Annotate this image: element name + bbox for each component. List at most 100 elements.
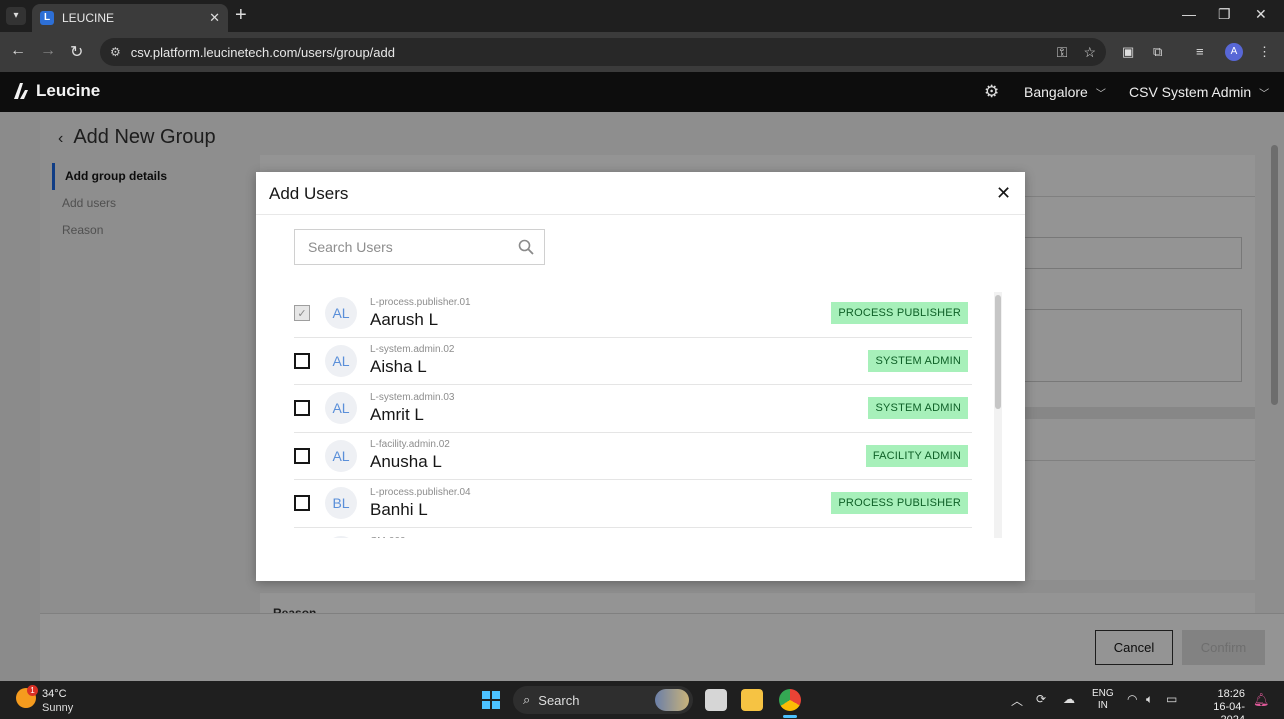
reload-icon[interactable]: ↻: [70, 42, 83, 62]
battery-icon[interactable]: ▭: [1166, 692, 1177, 706]
list-scrollbar-thumb[interactable]: [995, 295, 1001, 409]
site-info-icon[interactable]: ⚙: [110, 45, 121, 59]
facility-selector[interactable]: Bangalore ﹀: [1024, 84, 1106, 100]
user-name: CSV System Admin: [1129, 84, 1252, 100]
role-badge: SYSTEM ADMIN: [868, 397, 968, 420]
user-employee-id: CM-000: [370, 536, 972, 539]
onedrive-cloud-icon[interactable]: ☁: [1063, 692, 1075, 706]
user-full-name: Anusha L: [370, 452, 442, 472]
windows-start-icon[interactable]: [482, 691, 500, 709]
active-app-indicator: [783, 715, 797, 718]
user-checkbox[interactable]: [294, 447, 310, 464]
avatar: AL: [325, 392, 357, 425]
tab-close-icon[interactable]: ✕: [209, 10, 220, 26]
weather-condition[interactable]: Sunny: [42, 702, 73, 714]
user-info: L-system.admin.03 Amrit L: [370, 392, 868, 425]
role-badge: PROCESS PUBLISHER: [831, 492, 968, 515]
user-list-item[interactable]: BL L-process.publisher.04 Banhi L PROCES…: [294, 480, 972, 528]
user-employee-id: L-facility.admin.02: [370, 439, 450, 451]
system-clock[interactable]: 18:26 16-04-2024: [1193, 688, 1245, 719]
wifi-icon[interactable]: ◠: [1127, 692, 1137, 706]
user-list-item[interactable]: AL L-facility.admin.02 Anusha L FACILITY…: [294, 433, 972, 480]
user-checkbox[interactable]: [294, 400, 310, 417]
modal-title: Add Users: [269, 184, 349, 203]
user-employee-id: L-process.publisher.01: [370, 296, 471, 308]
show-hidden-icons-icon[interactable]: ︿: [1011, 692, 1023, 709]
search-icon[interactable]: [508, 229, 544, 265]
address-bar[interactable]: ⚙ csv.platform.leucinetech.com/users/gro…: [100, 38, 1106, 66]
tab-search-chevron-icon[interactable]: ▾: [6, 7, 26, 25]
new-tab-icon[interactable]: +: [235, 5, 247, 25]
role-badge: SYSTEM ADMIN: [868, 349, 968, 372]
user-checkbox[interactable]: [294, 352, 310, 369]
user-employee-id: L-process.publisher.04: [370, 486, 471, 498]
facility-name: Bangalore: [1024, 84, 1088, 100]
user-checkbox[interactable]: [294, 495, 310, 512]
modal-header: Add Users ✕: [256, 172, 1025, 215]
tab-title: LEUCINE: [62, 11, 115, 25]
volume-icon[interactable]: 🔈︎: [1146, 692, 1153, 707]
search-input[interactable]: [295, 230, 508, 264]
role-badge: PROCESS PUBLISHER: [831, 302, 968, 325]
extension-a-icon[interactable]: ▣: [1122, 44, 1134, 60]
language-region: IN: [1097, 700, 1108, 711]
clock-time: 18:26: [1217, 688, 1245, 700]
url-text[interactable]: csv.platform.leucinetech.com/users/group…: [131, 45, 1041, 60]
user-list: AL L-process.publisher.01 Aarush L PROCE…: [294, 290, 972, 538]
leucine-logo[interactable]: Leucine: [12, 81, 100, 101]
leucine-favicon-icon: L: [40, 11, 54, 25]
forward-arrow-icon[interactable]: →: [40, 42, 56, 60]
avatar: BL: [325, 487, 357, 520]
sync-icon[interactable]: ⟳: [1036, 692, 1046, 706]
chevron-down-icon: ﹀: [1259, 89, 1270, 100]
close-icon[interactable]: ✕: [996, 183, 1011, 204]
task-view-icon[interactable]: [705, 689, 727, 711]
windows-taskbar: 1 34°C Sunny ⌕ Search ︿ ⟳ ☁ ENG IN ◠ 🔈︎ …: [0, 681, 1284, 719]
user-full-name: Aisha L: [370, 357, 427, 377]
extensions-puzzle-icon[interactable]: ⧉: [1153, 44, 1162, 60]
browser-tab-bar: ▾ L LEUCINE ✕ + — ❐ ✕: [0, 0, 1284, 32]
user-list-item[interactable]: AL L-process.publisher.01 Aarush L PROCE…: [294, 290, 972, 338]
user-menu[interactable]: CSV System Admin ﹀: [1129, 84, 1269, 100]
leucine-logo-icon: [14, 83, 28, 99]
user-full-name: Aarush L: [370, 309, 439, 329]
window-close-icon[interactable]: ✕: [1255, 6, 1267, 23]
back-arrow-icon[interactable]: ←: [10, 42, 26, 60]
user-checkbox[interactable]: [294, 305, 310, 322]
avatar: AL: [325, 297, 357, 330]
chrome-icon[interactable]: [779, 689, 801, 711]
minimize-icon[interactable]: —: [1182, 6, 1196, 22]
user-list-item[interactable]: AL L-system.admin.03 Amrit L SYSTEM ADMI…: [294, 385, 972, 433]
logo-text: Leucine: [36, 81, 101, 100]
language-indicator[interactable]: ENG IN: [1092, 688, 1114, 712]
user-list-item[interactable]: CM-000: [294, 528, 972, 539]
media-control-icon[interactable]: ≡: [1196, 44, 1204, 59]
user-info: L-process.publisher.01 Aarush L: [370, 297, 831, 330]
file-explorer-icon[interactable]: [741, 689, 763, 711]
restore-icon[interactable]: ❐: [1218, 6, 1231, 23]
language-code: ENG: [1092, 688, 1114, 699]
user-list-item[interactable]: AL L-system.admin.02 Aisha L SYSTEM ADMI…: [294, 338, 972, 385]
add-users-modal: Add Users ✕ AL L-process.publisher.01 Aa…: [256, 172, 1025, 581]
user-full-name: Amrit L: [370, 404, 424, 424]
avatar: AL: [325, 439, 357, 472]
notification-bell-icon[interactable]: 🔔︎: [1253, 692, 1270, 708]
user-info: L-system.admin.02 Aisha L: [370, 344, 868, 377]
weather-badge: 1: [27, 685, 38, 696]
chevron-down-icon: ﹀: [1095, 89, 1106, 100]
user-employee-id: L-system.admin.03: [370, 391, 455, 403]
browser-menu-icon[interactable]: ⋮: [1258, 44, 1271, 60]
user-full-name: Banhi L: [370, 499, 428, 519]
browser-tab[interactable]: L LEUCINE ✕: [32, 4, 228, 32]
bookmark-star-icon[interactable]: ☆: [1083, 44, 1096, 61]
user-info: CM-000: [370, 536, 972, 539]
weather-temperature[interactable]: 34°C: [42, 688, 67, 700]
profile-avatar[interactable]: A: [1225, 43, 1243, 61]
avatar: [325, 535, 357, 538]
taskbar-search[interactable]: ⌕ Search: [513, 686, 693, 714]
password-key-icon[interactable]: ⚿: [1057, 44, 1068, 61]
settings-gear-icon[interactable]: ⚙: [984, 82, 999, 102]
app-header: Leucine ⚙ Bangalore ﹀ CSV System Admin ﹀: [0, 72, 1284, 112]
search-users: [294, 229, 545, 265]
clock-date: 16-04-2024: [1213, 701, 1245, 719]
